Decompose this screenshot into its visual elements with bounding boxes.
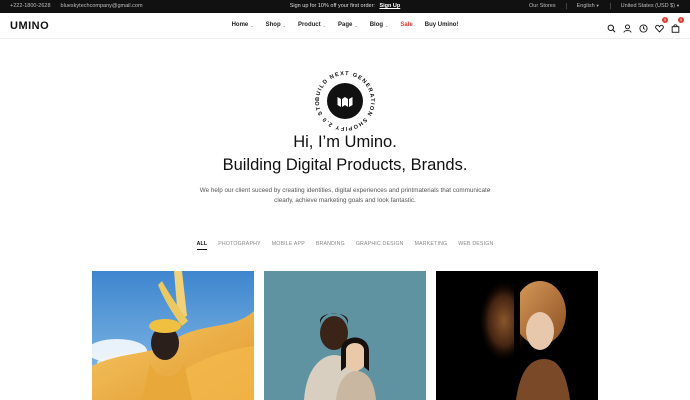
nav-item-blog[interactable]: Blog ⌄ <box>370 22 389 28</box>
chevron-down-icon: ⌄ <box>322 22 326 28</box>
chevron-down-icon: ▼ <box>676 3 680 8</box>
portfolio-image <box>436 271 598 400</box>
divider <box>609 3 611 9</box>
currency-selector[interactable]: United States (USD $)▼ <box>621 3 680 9</box>
nav-item-product[interactable]: Product ⌄ <box>298 22 326 28</box>
search-icon[interactable] <box>607 20 616 33</box>
rotating-stamp-badge: BUILD NEXT GENERATION SHOPIFY 2.0 STORE <box>308 63 379 135</box>
cart-button[interactable]: 0 <box>671 17 684 33</box>
portfolio-card-photo-1[interactable] <box>92 271 254 400</box>
filter-tab-marketing[interactable]: MARKETING <box>415 241 448 250</box>
nav-label: Blog <box>369 22 384 28</box>
nav-label: Sale <box>400 22 413 28</box>
hero-title-line2: Building Digital Products, Brands. <box>222 156 468 174</box>
chevron-down-icon: ⌄ <box>385 22 389 28</box>
filter-tab-all[interactable]: ALL <box>196 241 208 250</box>
filter-tab-branding[interactable]: BRANDING <box>316 241 345 250</box>
nav-item-shop[interactable]: Shop ⌄ <box>266 22 286 28</box>
portfolio-filter-tabs: ALL PHOTOGRAPHY MOBILE APP BRANDING GRAP… <box>0 241 690 250</box>
chevron-down-icon: ▼ <box>595 3 600 8</box>
main-header: UMINO Home ⌄ Shop ⌄ Product ⌄ Page ⌄ Blog ⌄ S… <box>0 13 690 39</box>
nav-item-page[interactable]: Page ⌄ <box>338 22 358 28</box>
main-nav: Home ⌄ Shop ⌄ Product ⌄ Page ⌄ Blog ⌄ Sale Bu… <box>0 22 690 28</box>
top-bar: +222-1800-2628 blueskytechcompany@gmail.… <box>0 0 690 13</box>
language-label: English <box>576 3 595 9</box>
filter-tab-web-design[interactable]: WEB DESIGN <box>458 241 493 250</box>
hero-title-line1: Hi, I’m Umino. <box>293 133 397 151</box>
filter-tab-graphic-design[interactable]: GRAPHIC DESIGN <box>356 241 404 250</box>
chevron-down-icon: ⌄ <box>354 22 358 28</box>
divider <box>565 3 567 9</box>
nav-item-buy-umino[interactable]: Buy Umino! <box>425 22 459 28</box>
heart-icon <box>655 24 664 33</box>
user-icon[interactable] <box>623 20 632 33</box>
nav-label: Home <box>231 22 249 28</box>
signup-link[interactable]: Sign Up <box>379 3 400 9</box>
chevron-down-icon: ⌄ <box>250 22 254 28</box>
chevron-down-icon: ⌄ <box>282 22 286 28</box>
nav-label: Product <box>297 22 321 28</box>
language-selector[interactable]: English▼ <box>577 3 600 9</box>
cart-count-badge: 0 <box>678 17 684 23</box>
history-icon[interactable] <box>639 20 648 33</box>
bag-icon <box>671 24 680 33</box>
filter-tab-photography[interactable]: PHOTOGRAPHY <box>218 241 260 250</box>
portfolio-card-photo-2[interactable] <box>264 271 426 400</box>
currency-label: United States (USD $) <box>620 3 676 9</box>
promo-text: Sign up for 10% off your first order: <box>289 3 375 9</box>
wishlist-count-badge: 0 <box>662 17 668 23</box>
nav-item-home[interactable]: Home ⌄ <box>232 22 254 28</box>
portfolio-image <box>264 271 426 400</box>
filter-tab-mobile-app[interactable]: MOBILE APP <box>272 241 305 250</box>
nav-item-sale[interactable]: Sale <box>400 22 412 28</box>
portfolio-card-photo-3[interactable] <box>436 271 598 400</box>
nav-label: Page <box>338 22 353 28</box>
our-stores-link[interactable]: Our Stores <box>529 3 556 9</box>
nav-label: Buy Umino! <box>424 22 459 28</box>
nav-label: Shop <box>265 22 281 28</box>
wishlist-button[interactable]: 0 <box>655 17 668 33</box>
portfolio-image <box>92 271 254 400</box>
hero-description: We help our client suceed by creating id… <box>199 187 491 204</box>
